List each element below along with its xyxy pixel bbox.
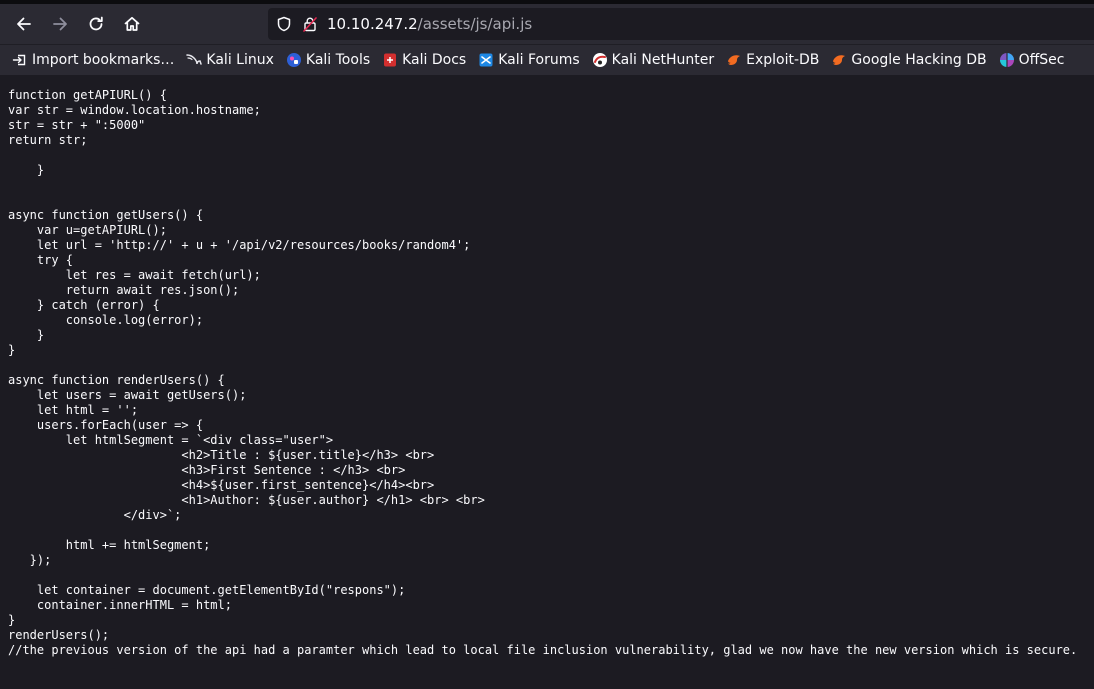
bookmark-label: Kali Docs <box>402 52 467 68</box>
bookmark-google-hacking-db[interactable]: Google Hacking DB <box>831 52 987 68</box>
reload-icon <box>89 16 103 31</box>
bookmark-exploit-db[interactable]: Exploit-DB <box>726 52 819 68</box>
bookmark-kali-tools[interactable]: Kali Tools <box>286 52 370 68</box>
page-content: function getAPIURL() { var str = window.… <box>0 75 1094 689</box>
offsec-icon <box>999 52 1015 68</box>
browser-window: 10.10.247.2/assets/js/api.js Import book… <box>0 0 1094 689</box>
url-host: 10.10.247.2 <box>327 15 418 33</box>
shield-icon[interactable] <box>276 16 292 32</box>
reload-button[interactable] <box>78 8 114 40</box>
bookmark-kali-nethunter[interactable]: Kali NetHunter <box>592 52 714 68</box>
ghdb-icon <box>831 52 847 68</box>
kali-forums-icon <box>478 52 494 68</box>
bookmark-label: Exploit-DB <box>746 52 820 68</box>
exploit-db-icon <box>726 52 742 68</box>
bookmark-label: Kali Tools <box>305 52 371 68</box>
home-button[interactable] <box>114 8 150 40</box>
bookmark-label: OffSec <box>1018 52 1065 68</box>
bookmark-label: Google Hacking DB <box>851 52 987 68</box>
bookmark-import[interactable]: Import bookmarks… <box>12 52 174 68</box>
arrow-right-icon <box>53 17 67 31</box>
arrow-left-icon <box>17 17 31 31</box>
kali-docs-icon <box>382 52 398 68</box>
nethunter-icon <box>592 52 608 68</box>
import-icon <box>12 52 28 68</box>
url-text[interactable]: 10.10.247.2/assets/js/api.js <box>327 15 532 33</box>
url-path: /assets/js/api.js <box>417 15 533 33</box>
bookmark-label: Kali Linux <box>206 52 274 68</box>
bookmark-label: Kali NetHunter <box>611 52 715 68</box>
kali-dragon-icon <box>186 52 203 68</box>
javascript-source: function getAPIURL() { var str = window.… <box>8 88 1078 657</box>
bookmark-label: Import bookmarks… <box>32 52 175 68</box>
navigation-toolbar: 10.10.247.2/assets/js/api.js <box>0 4 1094 44</box>
bookmark-offsec[interactable]: OffSec <box>999 52 1065 68</box>
address-bar[interactable]: 10.10.247.2/assets/js/api.js <box>268 8 1094 40</box>
forward-button[interactable] <box>42 8 78 40</box>
kali-tools-icon <box>286 52 302 68</box>
back-button[interactable] <box>6 8 42 40</box>
bookmark-kali-forums[interactable]: Kali Forums <box>478 52 580 68</box>
insecure-lock-icon[interactable] <box>302 16 318 32</box>
bookmark-kali-linux[interactable]: Kali Linux <box>186 52 274 68</box>
bookmarks-toolbar: Import bookmarks… Kali Linux Kali Tools <box>0 44 1094 75</box>
bookmark-label: Kali Forums <box>498 52 580 68</box>
home-icon <box>124 16 140 31</box>
bookmark-kali-docs[interactable]: Kali Docs <box>382 52 466 68</box>
